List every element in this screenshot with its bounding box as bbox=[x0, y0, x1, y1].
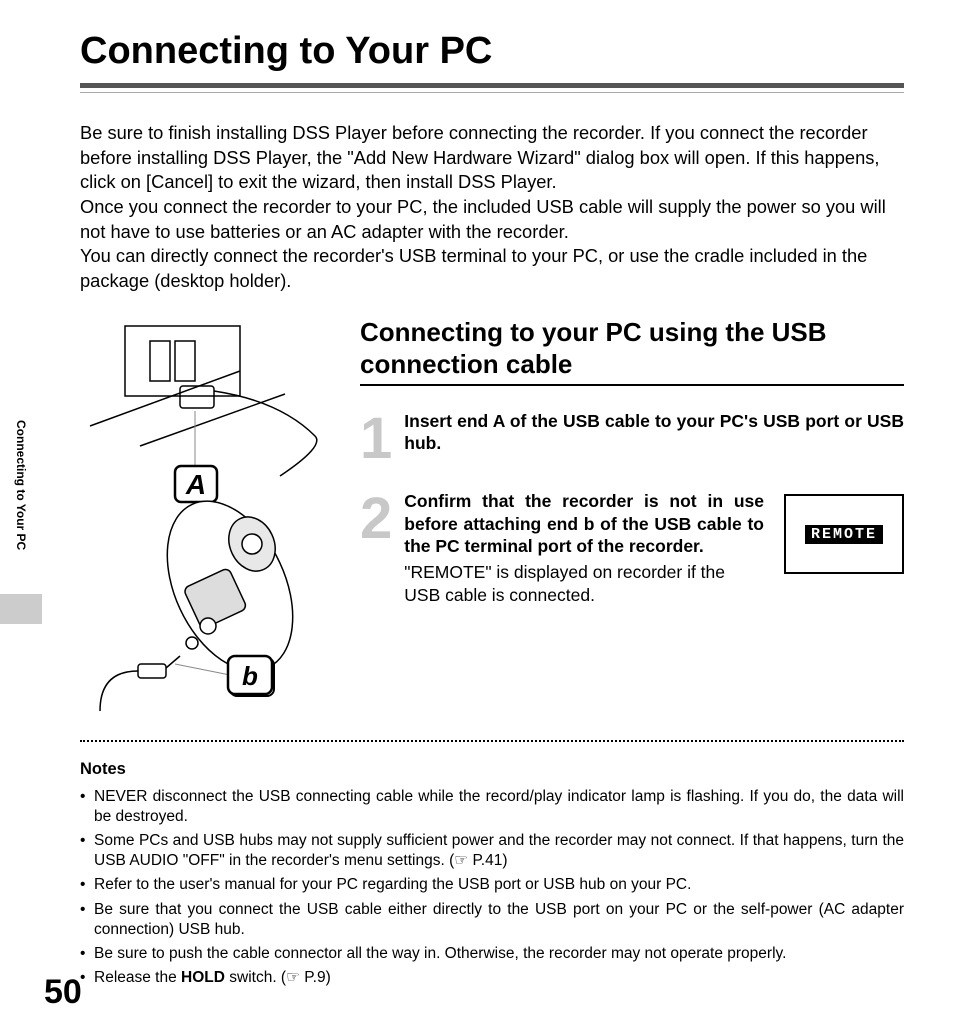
step-2: 2 Confirm that the recorder is not in us… bbox=[360, 490, 764, 606]
page-number: 50 bbox=[44, 973, 82, 1012]
steps-column: Connecting to your PC using the USB conn… bbox=[360, 316, 904, 606]
step-2-number: 2 bbox=[360, 496, 392, 606]
note-item: Be sure that you connect the USB cable e… bbox=[80, 900, 904, 940]
notes-heading: Notes bbox=[80, 760, 904, 779]
step-1-number: 1 bbox=[360, 416, 392, 462]
step-2-row: 2 Confirm that the recorder is not in us… bbox=[360, 490, 904, 606]
step-2-text: Confirm that the recorder is not in use … bbox=[404, 490, 764, 557]
intro-text: Be sure to finish installing DSS Player … bbox=[80, 121, 904, 294]
note-item: Be sure to push the cable connector all … bbox=[80, 944, 904, 964]
side-tab-label: Connecting to Your PC bbox=[14, 420, 28, 550]
diagram-label-b: b bbox=[242, 661, 258, 691]
mid-section: A bbox=[80, 316, 904, 716]
rule-thick bbox=[80, 83, 904, 88]
intro-line: Once you connect the recorder to your PC… bbox=[80, 195, 904, 244]
step-2-note: "REMOTE" is displayed on recorder if the… bbox=[404, 561, 764, 606]
step-1: 1 Insert end A of the USB cable to your … bbox=[360, 410, 904, 462]
intro-line: You can directly connect the recorder's … bbox=[80, 244, 904, 293]
note-item: NEVER disconnect the USB connecting cabl… bbox=[80, 787, 904, 827]
diagram-label-a: A bbox=[185, 469, 206, 500]
subhead-rule bbox=[360, 384, 904, 386]
manual-page: Connecting to Your PC Be sure to finish … bbox=[0, 0, 954, 1024]
rule-thin bbox=[80, 92, 904, 93]
step-1-text: Insert end A of the USB cable to your PC… bbox=[404, 410, 904, 455]
note-item: Some PCs and USB hubs may not supply suf… bbox=[80, 831, 904, 871]
remote-label: REMOTE bbox=[805, 525, 883, 544]
section-subhead: Connecting to your PC using the USB conn… bbox=[360, 316, 904, 381]
diagram-svg: A bbox=[80, 316, 330, 716]
note-item: Refer to the user's manual for your PC r… bbox=[80, 875, 904, 895]
intro-line: Be sure to finish installing DSS Player … bbox=[80, 121, 904, 195]
bold-word: HOLD bbox=[181, 969, 225, 986]
notes-list: NEVER disconnect the USB connecting cabl… bbox=[80, 787, 904, 988]
connection-diagram: A bbox=[80, 316, 330, 716]
page-title: Connecting to Your PC bbox=[80, 30, 904, 73]
remote-display-badge: REMOTE bbox=[784, 494, 904, 574]
side-tab bbox=[0, 594, 42, 624]
note-item: Release the HOLD switch. (☞ P.9) bbox=[80, 968, 904, 988]
dotted-divider bbox=[80, 740, 904, 742]
